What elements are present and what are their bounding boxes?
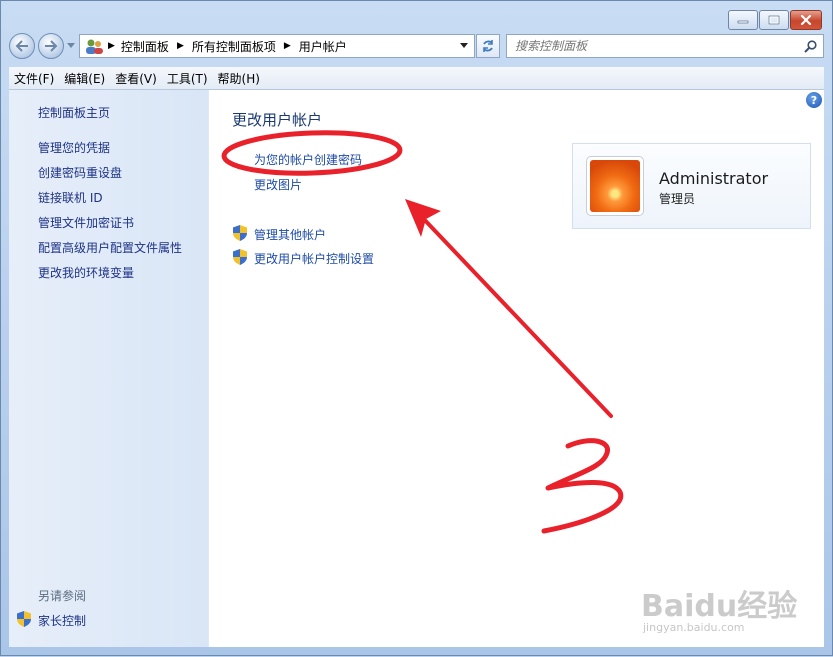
search-input[interactable] [507, 38, 804, 54]
sidebar-item-reset-disk[interactable]: 创建密码重设盘 [38, 164, 122, 181]
close-icon [800, 15, 812, 25]
maximize-button[interactable] [759, 10, 789, 30]
breadcrumb-separator-icon: ▶ [176, 41, 184, 51]
menu-view[interactable]: 查看(V) [110, 70, 162, 87]
menu-bar: 文件(F) 编辑(E) 查看(V) 工具(T) 帮助(H) [9, 67, 824, 90]
refresh-icon [483, 40, 493, 52]
menu-file[interactable]: 文件(F) [9, 70, 59, 87]
shield-icon [17, 611, 31, 627]
address-dropdown-icon[interactable] [460, 43, 468, 49]
flower-avatar-image [590, 160, 640, 212]
breadcrumb-all-items[interactable]: 所有控制面板项 [192, 38, 276, 55]
sidebar-item-credentials[interactable]: 管理您的凭据 [38, 139, 110, 156]
chevron-down-icon[interactable] [67, 43, 75, 49]
navigation-bar: ▶ 控制面板 ▶ 所有控制面板项 ▶ 用户帐户 [9, 33, 824, 59]
back-button[interactable] [9, 33, 35, 59]
breadcrumb-separator-icon: ▶ [283, 41, 291, 51]
minimize-icon [737, 20, 749, 24]
sidebar-home-link[interactable]: 控制面板主页 [38, 104, 110, 121]
address-bar[interactable]: ▶ 控制面板 ▶ 所有控制面板项 ▶ 用户帐户 [79, 34, 475, 58]
users-icon [86, 39, 103, 54]
menu-help[interactable]: 帮助(H) [213, 70, 265, 87]
shield-icon [233, 249, 247, 265]
watermark-brand: Baidu经验 [641, 589, 798, 624]
menu-edit[interactable]: 编辑(E) [59, 70, 110, 87]
uac-settings-link[interactable]: 更改用户帐户控制设置 [254, 250, 374, 267]
manage-other-accounts-link[interactable]: 管理其他帐户 [254, 226, 326, 243]
task-pane: 控制面板主页 管理您的凭据 创建密码重设盘 链接联机 ID 管理文件加密证书 配… [9, 90, 209, 647]
avatar[interactable] [586, 156, 644, 216]
content-area: 控制面板主页 管理您的凭据 创建密码重设盘 链接联机 ID 管理文件加密证书 配… [9, 90, 824, 647]
breadcrumb-user-accounts[interactable]: 用户帐户 [299, 38, 347, 55]
create-password-link[interactable]: 为您的帐户创建密码 [254, 151, 362, 168]
sidebar-item-parental-controls[interactable]: 家长控制 [38, 612, 86, 629]
watermark-url: jingyan.baidu.com [643, 621, 745, 634]
close-button[interactable] [790, 10, 822, 30]
minimize-button[interactable] [728, 10, 758, 30]
caption-buttons [728, 10, 822, 30]
user-role: 管理员 [659, 192, 696, 206]
main-panel: ? 更改用户帐户 为您的帐户创建密码 更改图片 管理其他帐户 更改用户帐户控制设… [209, 90, 824, 647]
sidebar-item-online-id[interactable]: 链接联机 ID [38, 189, 103, 206]
breadcrumb-control-panel[interactable]: 控制面板 [121, 38, 169, 55]
maximize-icon [768, 15, 780, 25]
sidebar-item-encryption-cert[interactable]: 管理文件加密证书 [38, 214, 134, 231]
shield-icon [233, 225, 247, 241]
arrow-left-icon [15, 40, 28, 52]
user-account-card: Administrator 管理员 [572, 143, 811, 229]
breadcrumb-separator-icon: ▶ [108, 41, 115, 51]
help-icon[interactable]: ? [806, 92, 822, 108]
change-picture-link[interactable]: 更改图片 [254, 176, 302, 193]
sidebar-item-profile-properties[interactable]: 配置高级用户配置文件属性 [38, 239, 182, 256]
see-also-label: 另请参阅 [38, 589, 87, 603]
search-icon[interactable] [804, 39, 817, 53]
search-box [506, 34, 824, 58]
menu-tools[interactable]: 工具(T) [162, 70, 213, 87]
user-name: Administrator [659, 169, 769, 188]
forward-button[interactable] [38, 33, 64, 59]
arrow-right-icon [45, 40, 58, 52]
page-title: 更改用户帐户 [232, 111, 323, 129]
sidebar-item-environment-vars[interactable]: 更改我的环境变量 [38, 264, 134, 281]
control-panel-window: ▶ 控制面板 ▶ 所有控制面板项 ▶ 用户帐户 文件(F) 编辑(E) 查看(V… [0, 0, 833, 656]
refresh-button[interactable] [476, 34, 500, 58]
